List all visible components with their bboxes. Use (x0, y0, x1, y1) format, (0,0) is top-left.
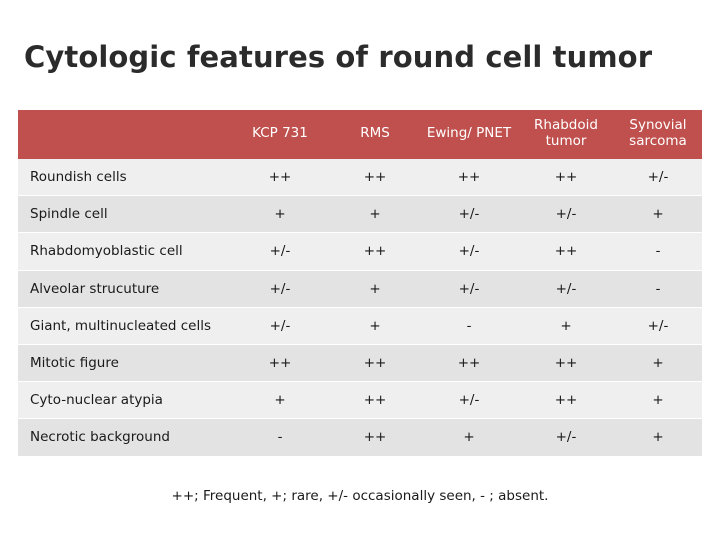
cell-necrotic-ewing: + (420, 418, 518, 457)
table-row: Roundish cells ++ ++ ++ ++ +/- (18, 159, 702, 197)
table-row: Giant, multinucleated cells +/- + - + +/… (18, 307, 702, 345)
table-header-row: KCP 731 RMS Ewing/ PNET Rhabdoid tumor S… (18, 110, 702, 160)
column-header-kcp731: KCP 731 (230, 110, 330, 160)
cell-mitotic-ewing: ++ (420, 344, 518, 383)
column-header-ewing-pnet: Ewing/ PNET (420, 110, 518, 160)
cell-necrotic-rhabdoid: +/- (518, 418, 614, 457)
cell-spindle-synovial: + (614, 195, 702, 234)
cell-alveolar-kcp731: +/- (230, 270, 330, 308)
table-row: Alveolar strucuture +/- + +/- +/- - (18, 270, 702, 308)
row-label-alveolar-structure: Alveolar strucuture (18, 270, 230, 308)
cell-rhabdomyoblastic-synovial: - (614, 232, 702, 271)
cell-roundish-kcp731: ++ (230, 159, 330, 197)
cell-rhabdomyoblastic-rhabdoid: ++ (518, 232, 614, 271)
cell-rhabdomyoblastic-ewing: +/- (420, 232, 518, 271)
legend-footnote: ++; Frequent, +; rare, +/- occasionally … (171, 488, 549, 504)
cell-necrotic-synovial: + (614, 418, 702, 457)
comparison-table: KCP 731 RMS Ewing/ PNET Rhabdoid tumor S… (18, 110, 702, 457)
page-title: Cytologic features of round cell tumor (24, 40, 653, 74)
table-header: KCP 731 RMS Ewing/ PNET Rhabdoid tumor S… (18, 110, 702, 160)
cell-spindle-rhabdoid: +/- (518, 195, 614, 234)
cell-atypia-rhabdoid: ++ (518, 381, 614, 420)
cell-atypia-rms: ++ (330, 381, 420, 420)
row-label-necrotic-background: Necrotic background (18, 418, 230, 457)
row-label-cyto-nuclear-atypia: Cyto-nuclear atypia (18, 381, 230, 420)
cell-alveolar-rms: + (330, 270, 420, 308)
cell-spindle-kcp731: + (230, 195, 330, 234)
table-row: Mitotic figure ++ ++ ++ ++ + (18, 344, 702, 383)
cell-giant-rhabdoid: + (518, 307, 614, 345)
row-label-giant-multinucleated-cells: Giant, multinucleated cells (18, 307, 230, 345)
cell-mitotic-kcp731: ++ (230, 344, 330, 383)
cell-alveolar-rhabdoid: +/- (518, 270, 614, 308)
column-header-rhabdoid-tumor: Rhabdoid tumor (518, 110, 614, 160)
table-row: Necrotic background - ++ + +/- + (18, 418, 702, 457)
cell-giant-rms: + (330, 307, 420, 345)
cell-mitotic-rhabdoid: ++ (518, 344, 614, 383)
row-label-rhabdomyoblastic-cell: Rhabdomyoblastic cell (18, 232, 230, 271)
cell-rhabdomyoblastic-kcp731: +/- (230, 232, 330, 271)
cell-mitotic-rms: ++ (330, 344, 420, 383)
cell-giant-synovial: +/- (614, 307, 702, 345)
table-body: Roundish cells ++ ++ ++ ++ +/- Spindle c… (18, 159, 702, 457)
column-header-synovial-sarcoma: Synovial sarcoma (614, 110, 702, 160)
cell-alveolar-synovial: - (614, 270, 702, 308)
cell-rhabdomyoblastic-rms: ++ (330, 232, 420, 271)
cell-mitotic-synovial: + (614, 344, 702, 383)
table-corner-cell (18, 110, 230, 160)
cell-spindle-rms: + (330, 195, 420, 234)
column-header-rms: RMS (330, 110, 420, 160)
cell-necrotic-kcp731: - (230, 418, 330, 457)
cell-necrotic-rms: ++ (330, 418, 420, 457)
cell-roundish-rhabdoid: ++ (518, 159, 614, 197)
table-container: KCP 731 RMS Ewing/ PNET Rhabdoid tumor S… (18, 110, 702, 457)
row-label-roundish-cells: Roundish cells (18, 159, 230, 197)
cell-giant-kcp731: +/- (230, 307, 330, 345)
cell-roundish-synovial: +/- (614, 159, 702, 197)
slide: Cytologic features of round cell tumor K… (0, 0, 720, 540)
cell-atypia-kcp731: + (230, 381, 330, 420)
cell-roundish-ewing: ++ (420, 159, 518, 197)
cell-alveolar-ewing: +/- (420, 270, 518, 308)
cell-roundish-rms: ++ (330, 159, 420, 197)
row-label-mitotic-figure: Mitotic figure (18, 344, 230, 383)
row-label-spindle-cell: Spindle cell (18, 195, 230, 234)
cell-atypia-synovial: + (614, 381, 702, 420)
cell-atypia-ewing: +/- (420, 381, 518, 420)
cell-spindle-ewing: +/- (420, 195, 518, 234)
table-row: Spindle cell + + +/- +/- + (18, 195, 702, 234)
table-row: Rhabdomyoblastic cell +/- ++ +/- ++ - (18, 232, 702, 271)
cell-giant-ewing: - (420, 307, 518, 345)
table-row: Cyto-nuclear atypia + ++ +/- ++ + (18, 381, 702, 420)
